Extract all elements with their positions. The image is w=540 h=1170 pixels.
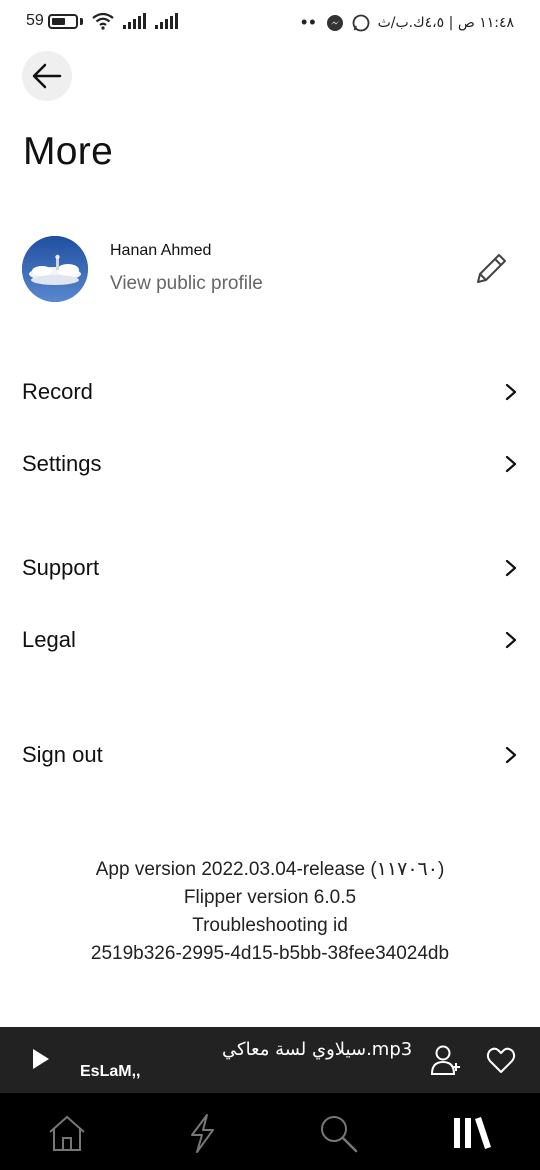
profile-row[interactable]: Hanan Ahmed View public profile xyxy=(22,236,518,302)
app-version: App version 2022.03.04-release (١١٧٠٦٠) xyxy=(95,859,445,880)
status-bar: 59 •• ١١:٤٨ ص | ٤،٥ك.ب/ث xyxy=(0,0,540,46)
battery-fill xyxy=(51,17,65,25)
wifi-icon xyxy=(92,12,114,30)
bottom-tab-bar xyxy=(0,1093,540,1170)
arrow-left-icon xyxy=(32,63,62,89)
more-notifications-icon: •• xyxy=(300,12,318,32)
battery-tip xyxy=(79,17,83,25)
heart-icon xyxy=(486,1047,516,1073)
track-title: سيلاوي لسة معاكي.mp3 xyxy=(222,1039,413,1060)
menu-item-sign-out[interactable]: Sign out xyxy=(22,733,518,777)
version-info: App version 2022.03.04-release (١١٧٠٦٠) … xyxy=(0,856,540,968)
avatar-image xyxy=(22,236,88,302)
lightning-icon xyxy=(191,1114,214,1153)
play-icon xyxy=(33,1049,49,1069)
tab-search[interactable] xyxy=(316,1111,360,1155)
pencil-icon xyxy=(477,254,506,283)
search-icon xyxy=(321,1116,358,1153)
battery-indicator: 59 xyxy=(26,12,83,30)
menu-item-legal[interactable]: Legal xyxy=(22,618,518,662)
status-left-group: 59 xyxy=(26,12,179,30)
tab-stream[interactable] xyxy=(180,1111,224,1155)
menu-item-settings[interactable]: Settings xyxy=(22,442,518,486)
back-button[interactable] xyxy=(22,51,72,101)
troubleshooting-id: 2519b326-2995-4d15-b5bb-38fee34024db xyxy=(90,943,450,964)
tab-home[interactable] xyxy=(45,1111,89,1155)
status-time: ١١:٤٨ ص | ٤،٥ك.ب/ث xyxy=(377,14,514,31)
home-icon xyxy=(49,1115,85,1151)
battery-level: 59 xyxy=(26,12,44,29)
follow-artist-button[interactable] xyxy=(429,1043,463,1077)
play-button[interactable] xyxy=(26,1045,54,1073)
battery-icon xyxy=(47,13,78,29)
menu-item-label: Sign out xyxy=(22,742,103,767)
chevron-right-icon xyxy=(505,455,517,473)
signal-icon-2 xyxy=(154,13,178,29)
mini-player[interactable]: سيلاوي لسة معاكي.mp3 EsLaM,, xyxy=(0,1027,540,1093)
add-person-icon xyxy=(430,1045,460,1075)
view-profile-link[interactable]: View public profile xyxy=(110,273,263,295)
profile-name: Hanan Ahmed xyxy=(110,242,212,259)
chevron-right-icon xyxy=(505,746,517,764)
like-button[interactable] xyxy=(485,1044,517,1076)
menu-item-record[interactable]: Record xyxy=(22,370,518,414)
chevron-right-icon xyxy=(505,559,517,577)
library-icon xyxy=(454,1117,491,1149)
menu-item-label: Record xyxy=(22,379,93,404)
messenger-icon xyxy=(326,14,343,31)
menu-item-support[interactable]: Support xyxy=(22,546,518,590)
page-title: More xyxy=(23,130,114,173)
menu-item-label: Support xyxy=(22,555,100,580)
troubleshooting-label: Troubleshooting id xyxy=(192,915,348,936)
chevron-right-icon xyxy=(505,383,517,401)
whatsapp-icon xyxy=(352,14,369,31)
chevron-right-icon xyxy=(505,631,517,649)
menu-item-label: Settings xyxy=(22,451,102,476)
signal-icon xyxy=(122,13,146,29)
track-artist: EsLaM,, xyxy=(80,1063,141,1080)
tab-library[interactable] xyxy=(450,1111,494,1155)
status-right-group: •• ١١:٤٨ ص | ٤،٥ك.ب/ث xyxy=(301,12,514,33)
edit-profile-button[interactable] xyxy=(472,250,510,288)
flipper-version: Flipper version 6.0.5 xyxy=(183,887,357,908)
menu-item-label: Legal xyxy=(22,627,76,652)
avatar[interactable] xyxy=(22,236,88,302)
